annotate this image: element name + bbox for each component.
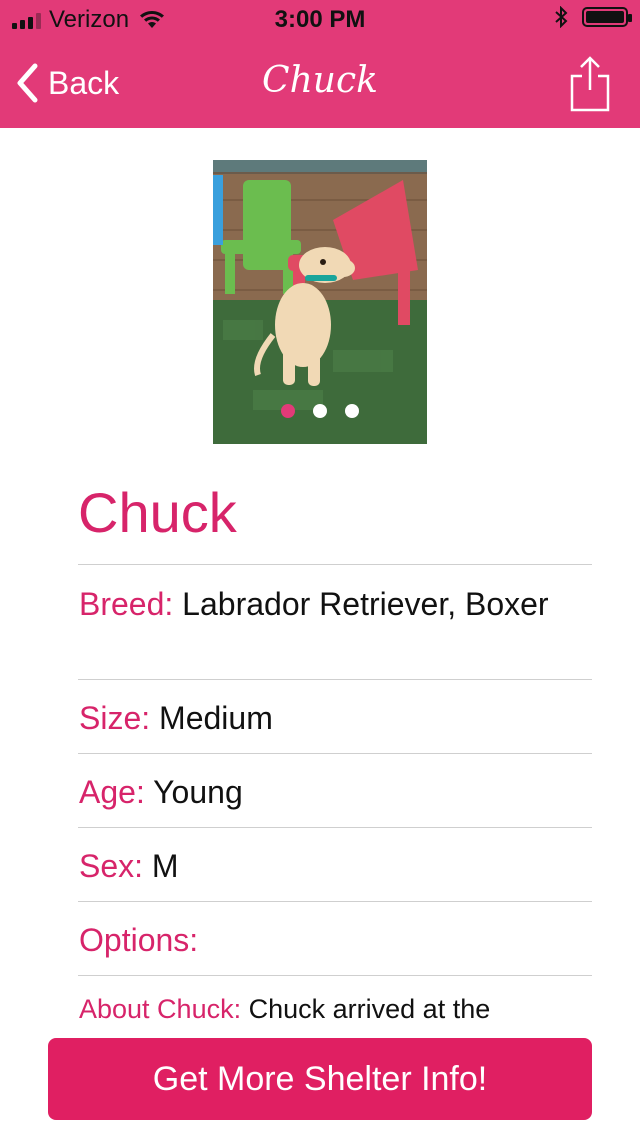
- age-value: Young: [153, 774, 243, 810]
- options-label: Options:: [79, 922, 199, 958]
- pet-photo-carousel[interactable]: [213, 160, 427, 444]
- sex-label: Sex:: [79, 848, 144, 884]
- carousel-dot-2[interactable]: [313, 404, 327, 418]
- about-value: Chuck arrived at the: [248, 994, 491, 1024]
- divider: [78, 564, 592, 565]
- about-label: About Chuck:: [79, 994, 242, 1024]
- age-row: Age: Young: [79, 772, 579, 812]
- about-section: About Chuck: Chuck arrived at the: [79, 990, 591, 1028]
- pet-photo: [213, 160, 427, 444]
- share-icon: [570, 56, 610, 112]
- carousel-page-indicator[interactable]: [213, 404, 427, 418]
- divider: [78, 753, 592, 754]
- share-button[interactable]: [568, 56, 612, 112]
- sex-value: M: [151, 848, 179, 884]
- app-header: Verizon 3:00 PM Back Chuck: [0, 0, 640, 128]
- divider: [78, 901, 592, 902]
- breed-row: Breed: Labrador Retriever, Boxer: [79, 584, 579, 624]
- status-time: 3:00 PM: [274, 6, 366, 33]
- carousel-dot-3[interactable]: [345, 404, 359, 418]
- battery-icon: [582, 7, 632, 27]
- bluetooth-icon: [555, 6, 568, 28]
- sex-row: Sex: M: [79, 846, 579, 886]
- pet-detail-screen: Verizon 3:00 PM Back Chuck Chuck Breed: …: [0, 0, 640, 1136]
- get-shelter-info-button[interactable]: Get More Shelter Info!: [48, 1038, 592, 1120]
- carousel-dot-1[interactable]: [281, 404, 295, 418]
- size-row: Size: Medium: [79, 698, 579, 738]
- navigation-bar: Back Chuck: [0, 44, 640, 128]
- status-right: [554, 6, 632, 28]
- nav-title: Chuck: [262, 60, 378, 101]
- divider: [78, 679, 592, 680]
- options-row: Options:: [79, 920, 579, 960]
- pet-name-heading: Chuck: [78, 481, 237, 544]
- size-label: Size:: [79, 700, 151, 736]
- divider: [78, 975, 592, 976]
- divider: [78, 827, 592, 828]
- breed-value: Labrador Retriever, Boxer: [182, 586, 549, 622]
- age-label: Age:: [79, 774, 145, 810]
- breed-label: Breed:: [79, 586, 174, 622]
- size-value: Medium: [159, 700, 273, 736]
- status-bar: Verizon 3:00 PM: [0, 0, 640, 40]
